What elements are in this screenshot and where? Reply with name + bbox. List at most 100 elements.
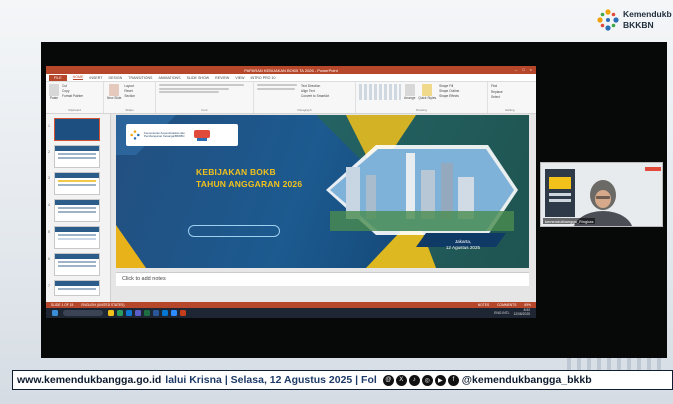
powerpoint-icon[interactable]	[180, 310, 186, 316]
section-button[interactable]: Section	[124, 94, 135, 98]
group-label-clipboard: Clipboard	[68, 108, 81, 112]
edge-icon[interactable]	[126, 310, 132, 316]
social-handle[interactable]: @kemendukbangga_bkkb	[462, 374, 592, 386]
group-label-drawing: Drawing	[415, 108, 427, 112]
notes-pane[interactable]: Click to add notes	[116, 272, 529, 286]
zoom-level[interactable]: 69%	[524, 303, 531, 307]
tab-animations[interactable]: ANIMATIONS	[158, 76, 180, 80]
clock-date[interactable]: 12/08/2025	[513, 312, 530, 317]
slide-thumbnail[interactable]	[54, 253, 100, 276]
replace-button[interactable]: Replace	[491, 90, 529, 94]
youtube-icon[interactable]: ▶	[434, 374, 446, 386]
tab-transitions[interactable]: TRANSITIONS	[128, 76, 152, 80]
screen-share-frame: PAPARAN KEBIJAKAN BOKB TA 2026 - PowerPo…	[41, 42, 667, 358]
cut-button[interactable]: Cut	[62, 84, 83, 88]
chrome-icon[interactable]	[117, 310, 123, 316]
new-slide-button[interactable]: New Slide	[107, 96, 121, 100]
text-direction-button[interactable]: Text Direction	[301, 84, 329, 88]
facebook-icon[interactable]: f	[447, 374, 459, 386]
paste-button[interactable]: Paste	[50, 96, 58, 100]
ticker-website[interactable]: www.kemendukbangga.go.id	[13, 374, 161, 386]
ribbon-group-font: Font	[156, 82, 254, 113]
thumb-number: 4	[48, 203, 50, 207]
maximize-icon[interactable]: □	[522, 67, 524, 72]
shape-effects-button[interactable]: Shape Effects	[439, 94, 459, 98]
slide-thumbnail-pane: 1 2 3 4 5 6 7	[46, 114, 111, 302]
close-icon[interactable]: ×	[530, 67, 532, 72]
slide-thumbnail[interactable]	[54, 172, 100, 195]
tab-file[interactable]: FILE	[49, 74, 67, 81]
start-icon[interactable]	[52, 310, 58, 316]
taskbar-search[interactable]	[63, 310, 103, 316]
word-icon[interactable]	[153, 310, 159, 316]
layout-button[interactable]: Layout	[124, 84, 135, 88]
thumb-number: 7	[48, 284, 50, 288]
slide-date: 12 Agustus 2025	[445, 245, 481, 251]
teams-icon[interactable]	[135, 310, 141, 316]
tab-view[interactable]: VIEW	[235, 76, 244, 80]
quick-styles-icon[interactable]	[422, 84, 433, 96]
thumb-number: 5	[48, 230, 50, 234]
system-tray: ENG INTL 8:53 12/08/2025	[494, 309, 530, 316]
powerpoint-workspace: 1 2 3 4 5 6 7 Kementerian Kependudukan d…	[46, 114, 536, 302]
group-label-font: Font	[201, 108, 208, 112]
slide-location-date: Jakarta, 12 Agustus 2025	[434, 239, 492, 252]
ticker-message: lalui Krisna | Selasa, 12 Agustus 2025 |…	[165, 374, 377, 386]
tab-home[interactable]: HOME	[72, 75, 84, 80]
social-icons: @ X ♪ ◎ ▶ f	[382, 374, 459, 386]
slide-thumbnail[interactable]	[54, 118, 100, 141]
notes-toggle[interactable]: NOTES	[478, 303, 489, 307]
convert-smartart-button[interactable]: Convert to SmartArt	[301, 94, 329, 98]
slide-canvas[interactable]: Kementerian Kependudukan dan Pembangunan…	[116, 115, 529, 268]
tab-review[interactable]: REVIEW	[215, 76, 229, 80]
brand-subname: BKKBN	[623, 20, 654, 30]
slide-thumbnail[interactable]	[54, 280, 100, 296]
reset-button[interactable]: Reset	[124, 89, 135, 93]
font-style-buttons[interactable]	[159, 87, 229, 90]
input-language[interactable]: ENG INTL	[494, 311, 509, 315]
find-button[interactable]: Find	[491, 84, 529, 88]
slide-thumbnail[interactable]	[54, 226, 100, 249]
arrange-button[interactable]: Arrange	[404, 96, 415, 100]
ribbon-group-drawing: Arrange Quick Styles Shape Fill Shape Ou…	[356, 82, 488, 113]
bkkbn-logo-icon	[130, 130, 140, 140]
comments-toggle[interactable]: COMMENTS	[497, 303, 516, 307]
ribbon-group-slides: New Slide Layout Reset Section Slides	[104, 82, 156, 113]
new-slide-icon[interactable]	[109, 84, 120, 96]
list-buttons[interactable]	[257, 84, 297, 86]
tab-design[interactable]: DESIGN	[109, 76, 123, 80]
shape-fill-button[interactable]: Shape Fill	[439, 84, 459, 88]
tab-insert[interactable]: INSERT	[89, 76, 102, 80]
shapes-gallery[interactable]	[359, 84, 401, 100]
slide-logo-text: Kementerian Kependudukan dan Pembangunan…	[144, 130, 185, 138]
paste-icon[interactable]	[49, 84, 59, 96]
language-indicator[interactable]: ENGLISH (UNITED STATES)	[81, 303, 124, 307]
zoom-icon[interactable]	[171, 310, 177, 316]
instagram-icon[interactable]: ◎	[421, 374, 433, 386]
slide-presenter-box	[188, 225, 280, 237]
x-icon[interactable]: X	[395, 374, 407, 386]
font-selector[interactable]	[159, 84, 244, 86]
file-explorer-icon[interactable]	[108, 310, 114, 316]
tiktok-icon[interactable]: ♪	[408, 374, 420, 386]
slide-thumbnail[interactable]	[54, 199, 100, 222]
font-color-buttons[interactable]	[159, 91, 219, 93]
slide-thumbnail[interactable]	[54, 145, 100, 168]
brand-name: Kemendukb	[623, 9, 672, 20]
threads-icon[interactable]: @	[382, 374, 394, 386]
format-painter-button[interactable]: Format Painter	[62, 94, 83, 98]
select-button[interactable]: Select	[491, 95, 529, 99]
quick-styles-button[interactable]: Quick Styles	[418, 96, 436, 100]
tab-intro-pro[interactable]: INTRO PRO 10	[251, 76, 276, 80]
slide-title-line1: KEBIJAKAN BOKB	[196, 167, 276, 177]
outlook-icon[interactable]	[162, 310, 168, 316]
presenter-webcam: kemendukbangga_Ringkas	[540, 162, 663, 227]
align-buttons[interactable]	[257, 88, 295, 90]
minimize-icon[interactable]: –	[515, 67, 517, 72]
shape-outline-button[interactable]: Shape Outline	[439, 89, 459, 93]
tab-slide-show[interactable]: SLIDE SHOW	[187, 76, 210, 80]
excel-icon[interactable]	[144, 310, 150, 316]
copy-button[interactable]: Copy	[62, 89, 83, 93]
align-text-button[interactable]: Align Text	[301, 89, 329, 93]
arrange-icon[interactable]	[404, 84, 415, 96]
